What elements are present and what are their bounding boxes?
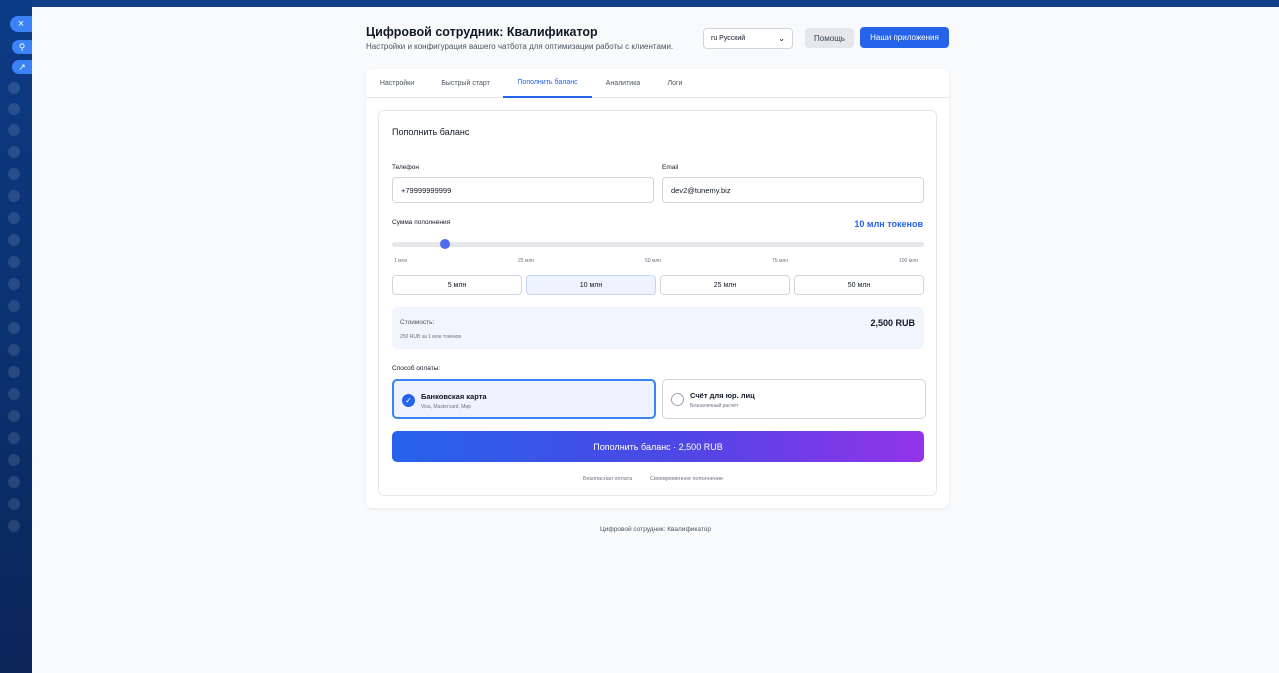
sidebar-dot-icon [8, 168, 20, 180]
close-icon[interactable]: × [10, 16, 32, 32]
sidebar-dot-icon [8, 476, 20, 488]
payment-option-subtitle: Безналичный расчёт [690, 403, 739, 409]
slider-tick: 1 млн [394, 258, 408, 264]
email-label: Email [662, 164, 679, 171]
slider-tick: 100 млн [899, 258, 918, 264]
cost-label: Стоимость: [400, 319, 435, 326]
slider-tick: 50 млн [645, 258, 662, 264]
payment-option-subtitle: Visa, Mastercard, Мир [421, 404, 471, 410]
payment-option-card[interactable]: ✓ Банковская карта Visa, Mastercard, Мир [392, 379, 656, 419]
external-link-icon[interactable]: ↗ [12, 60, 32, 74]
payment-method-label: Способ оплаты: [392, 365, 441, 372]
settings-card: Настройки Быстрый старт Пополнить баланс… [366, 69, 949, 508]
sidebar-dot-icon [8, 278, 20, 290]
cost-value: 2,500 RUB [870, 318, 915, 328]
cost-summary: Стоимость: 250 RUB за 1 млн токенов 2,50… [392, 307, 924, 349]
sidebar-dot-icon [8, 388, 20, 400]
sidebar-dot-icon [8, 212, 20, 224]
check-icon: ✓ [402, 394, 415, 407]
sidebar-dot-icon [8, 410, 20, 422]
sidebar-dot-icon [8, 82, 20, 94]
tab-bar: Настройки Быстрый старт Пополнить баланс… [366, 69, 949, 98]
chevron-down-icon: ⌄ [778, 34, 785, 43]
sidebar-dot-icon [8, 454, 20, 466]
tokens-amount: 10 млн токенов [854, 219, 923, 229]
sidebar-dot-icon [8, 256, 20, 268]
preset-5m-button[interactable]: 5 млн [392, 275, 522, 295]
phone-field[interactable]: +79999999999 [392, 177, 654, 203]
sidebar-dot-icon [8, 124, 20, 136]
sidebar-dot-icon [8, 146, 20, 158]
background-sidebar: × ⚲ ↗ [0, 0, 32, 673]
tab-logs[interactable]: Логи [654, 69, 696, 98]
sidebar-dot-icon [8, 300, 20, 312]
radio-icon [671, 393, 684, 406]
secure-payment-note: Безопасная оплата [583, 476, 633, 482]
section-title: Пополнить баланс [392, 127, 470, 137]
timely-topup-note: Своевременное пополнение [650, 476, 723, 482]
phone-label: Телефон [392, 164, 419, 171]
app-panel: Цифровой сотрудник: Квалификатор Настрой… [32, 7, 1279, 673]
payment-option-title: Банковская карта [421, 392, 487, 401]
tab-analytics[interactable]: Аналитика [592, 69, 654, 98]
email-field[interactable]: dev2@tunemy.biz [662, 177, 924, 203]
amount-label: Сумма пополнения [392, 219, 451, 226]
sidebar-dot-icon [8, 190, 20, 202]
payment-option-title: Счёт для юр. лиц [690, 391, 755, 400]
help-button[interactable]: Помощь [805, 28, 854, 48]
cost-rate: 250 RUB за 1 млн токенов [400, 334, 462, 340]
submit-payment-button[interactable]: Пополнить баланс · 2,500 RUB [392, 431, 924, 462]
payment-option-invoice[interactable]: Счёт для юр. лиц Безналичный расчёт [662, 379, 926, 419]
our-apps-button[interactable]: Наши приложения [860, 27, 949, 48]
amount-slider-track[interactable] [392, 242, 924, 247]
preset-10m-button[interactable]: 10 млн [526, 275, 656, 295]
tab-quick-start[interactable]: Быстрый старт [428, 69, 503, 98]
sidebar-dot-icon [8, 366, 20, 378]
language-value: ru Русский [711, 35, 746, 42]
top-up-form: Пополнить баланс Телефон +79999999999 Em… [378, 110, 937, 496]
link-icon[interactable]: ⚲ [12, 40, 32, 54]
sidebar-dot-icon [8, 103, 20, 115]
sidebar-dot-icon [8, 322, 20, 334]
language-select[interactable]: ru Русский ⌄ [703, 28, 793, 49]
sidebar-dot-icon [8, 520, 20, 532]
sidebar-dot-icon [8, 498, 20, 510]
sidebar-dot-icon [8, 432, 20, 444]
slider-tick: 75 млн [772, 258, 789, 264]
tab-settings[interactable]: Настройки [366, 69, 428, 98]
preset-50m-button[interactable]: 50 млн [794, 275, 924, 295]
sidebar-dot-icon [8, 234, 20, 246]
preset-25m-button[interactable]: 25 млн [660, 275, 790, 295]
slider-tick: 25 млн [518, 258, 535, 264]
amount-slider-thumb[interactable] [440, 239, 451, 249]
sidebar-dot-icon [8, 344, 20, 356]
footer-text: Цифровой сотрудник: Квалификатор [599, 526, 712, 533]
tab-top-up-balance[interactable]: Пополнить баланс [503, 69, 592, 98]
